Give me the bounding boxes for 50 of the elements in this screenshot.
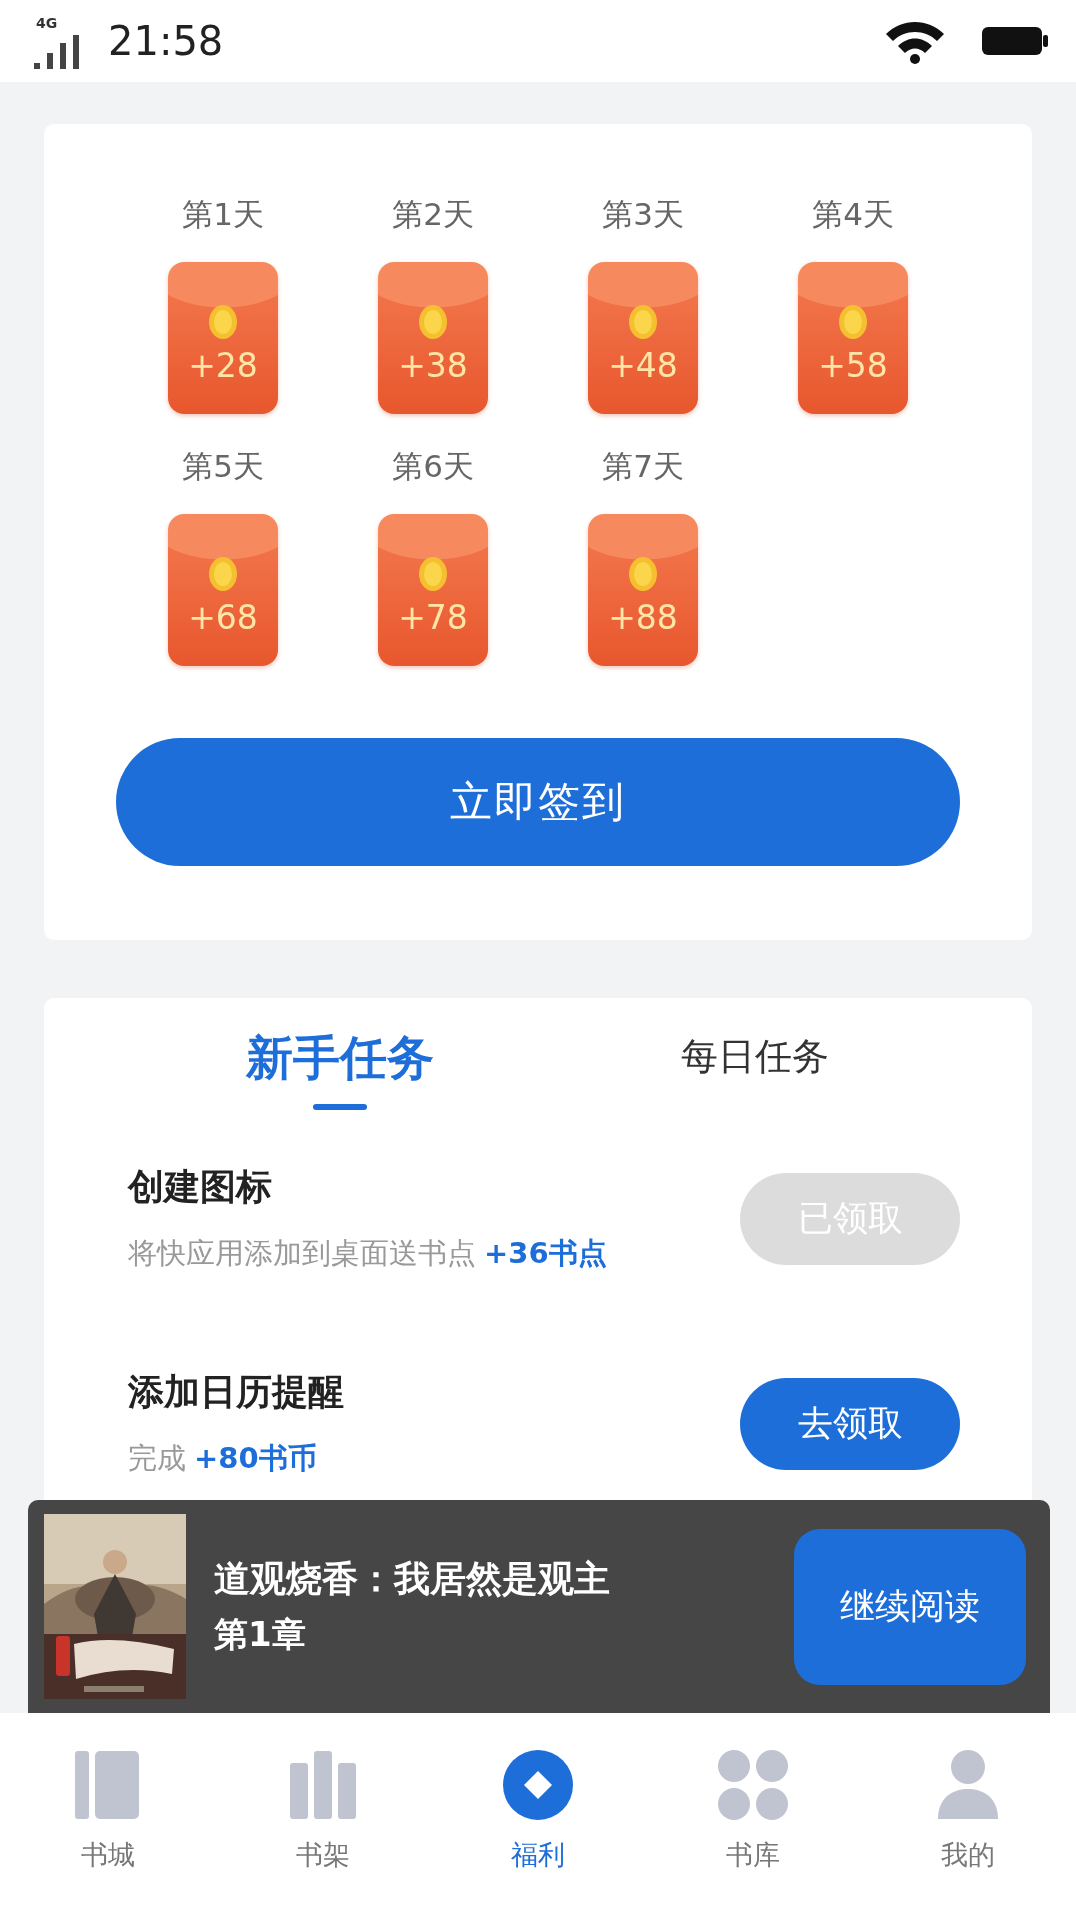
coin-icon: [208, 304, 238, 340]
battery-icon: [982, 25, 1048, 57]
reward-amount: +88: [608, 598, 678, 637]
day-label: 第2天: [392, 195, 474, 234]
day-label: 第1天: [182, 195, 264, 234]
envelope[interactable]: +38: [378, 262, 488, 414]
day-label: 第5天: [182, 447, 264, 486]
task-tab[interactable]: 每日任务: [547, 998, 962, 1116]
reward-amount: +48: [608, 346, 678, 385]
reward-amount: +58: [818, 346, 888, 385]
network-label: 4G: [36, 15, 58, 31]
task-tab[interactable]: 新手任务: [132, 1020, 547, 1116]
envelope[interactable]: +58: [798, 262, 908, 414]
reward-amount: +78: [398, 598, 468, 637]
task-title: 创建图标: [128, 1165, 273, 1209]
envelope[interactable]: +28: [168, 262, 278, 414]
person-icon: [937, 1749, 1000, 1821]
day-label: 第7天: [602, 447, 684, 486]
day-label: 第4天: [812, 195, 894, 234]
nav-tab[interactable]: 福利: [430, 1749, 646, 1916]
task-title: 添加日历提醒: [128, 1370, 345, 1414]
status-time: 21:58: [108, 18, 224, 64]
reward-amount: +28: [188, 346, 258, 385]
envelope[interactable]: +48: [588, 262, 698, 414]
task-description: 将快应用添加到桌面送书点 +36书点: [128, 1235, 608, 1272]
bookshelf-icon: [287, 1749, 358, 1821]
nav-tab[interactable]: 我的: [860, 1749, 1076, 1916]
reward-amount: +38: [398, 346, 468, 385]
reward-amount: +68: [188, 598, 258, 637]
envelope[interactable]: +88: [588, 514, 698, 666]
book-title: 道观烧香：我居然是观主: [214, 1557, 611, 1601]
envelope[interactable]: +78: [378, 514, 488, 666]
day-label: 第3天: [602, 195, 684, 234]
coin-icon: [418, 556, 448, 592]
task-description: 完成 +80书币: [128, 1440, 318, 1477]
nav-tab[interactable]: 书库: [645, 1749, 861, 1916]
coin-icon: [838, 304, 868, 340]
nav-tab[interactable]: 书架: [215, 1749, 431, 1916]
claim-button[interactable]: 去领取: [740, 1377, 960, 1470]
envelope[interactable]: +68: [168, 514, 278, 666]
continue-reading-button[interactable]: 继续阅读: [794, 1528, 1026, 1685]
coin-icon: [418, 304, 448, 340]
chapter-label: 第1章: [214, 1613, 307, 1656]
day-label: 第6天: [392, 447, 474, 486]
coin-icon: [628, 556, 658, 592]
sign-in-button[interactable]: 立即签到: [116, 738, 960, 866]
coin-icon: [628, 304, 658, 340]
nav-tab[interactable]: 书城: [0, 1749, 216, 1916]
coin-icon: [208, 556, 238, 592]
grid-icon: [717, 1749, 790, 1821]
